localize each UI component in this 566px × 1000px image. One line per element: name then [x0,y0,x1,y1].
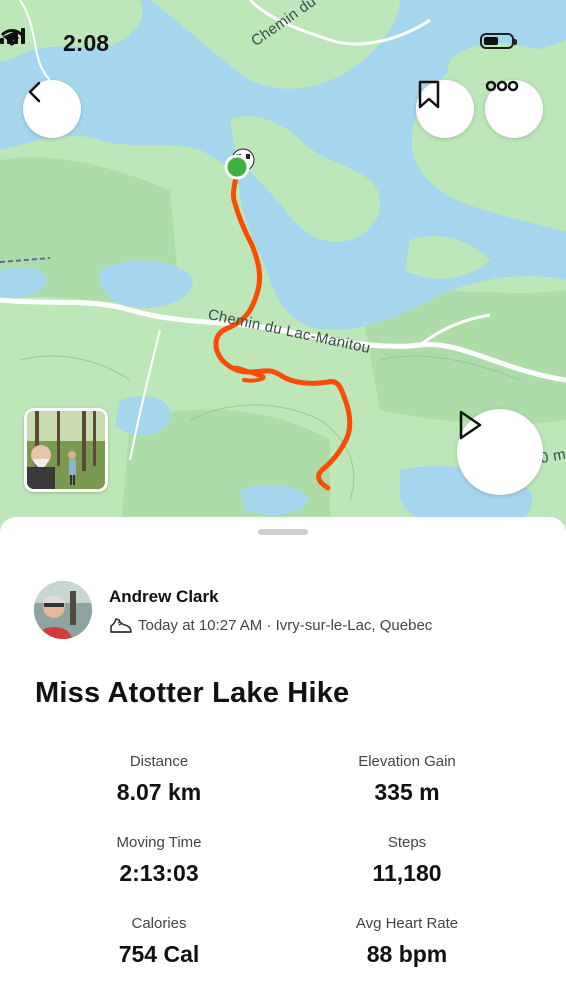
avatar[interactable] [34,581,92,639]
activity-meta: Today at 10:27 AM · Ivry-sur-le-Lac, Que… [138,617,433,634]
avatar-image [34,581,92,639]
activity-photo-thumbnail[interactable] [24,408,108,492]
stat-calories: Calories 754 Cal [49,915,269,968]
bookmark-icon [418,80,440,109]
play-icon [459,410,482,440]
stat-label: Elevation Gain [358,753,456,770]
stat-label: Avg Heart Rate [355,915,459,932]
activity-title: Miss Atotter Lake Hike [35,677,350,709]
stat-steps: Steps 11,180 [297,834,517,887]
shoe-icon [110,618,132,633]
wifi-icon [0,29,24,46]
play-flyover-button[interactable] [457,409,543,495]
more-dots-icon [485,80,519,92]
stat-value: 754 Cal [118,941,200,967]
bookmark-button[interactable] [416,80,474,138]
stat-value: 335 m [374,779,440,805]
route-map[interactable]: Chemin du Colibri Chemin du Lac-Manitou … [0,0,566,540]
battery-icon [480,33,517,49]
status-bar: 2:08 [0,28,566,58]
back-button[interactable] [23,80,81,138]
stat-value: 11,180 [372,860,442,886]
stat-avg-heart-rate: Avg Heart Rate 88 bpm [297,915,517,968]
stat-value: 8.07 km [116,779,202,805]
stat-moving-time: Moving Time 2:13:03 [49,834,269,887]
stat-label: Calories [131,915,187,932]
stat-value: 2:13:03 [119,860,199,886]
chevron-left-icon [28,81,41,103]
stat-distance: Distance 8.07 km [49,753,269,806]
athlete-name[interactable]: Andrew Clark [109,587,219,607]
status-time: 2:08 [63,30,110,56]
stat-label: Steps [387,834,427,851]
stat-label: Moving Time [116,834,202,851]
stat-value: 88 bpm [366,941,448,967]
more-options-button[interactable] [485,80,543,138]
photo-image [27,411,105,489]
activity-details-sheet: Andrew Clark Today at 10:27 AM · Ivry-su… [0,517,566,1000]
sheet-drag-handle[interactable] [258,529,308,535]
stat-elevation-gain: Elevation Gain 335 m [297,753,517,806]
stat-label: Distance [129,753,189,770]
